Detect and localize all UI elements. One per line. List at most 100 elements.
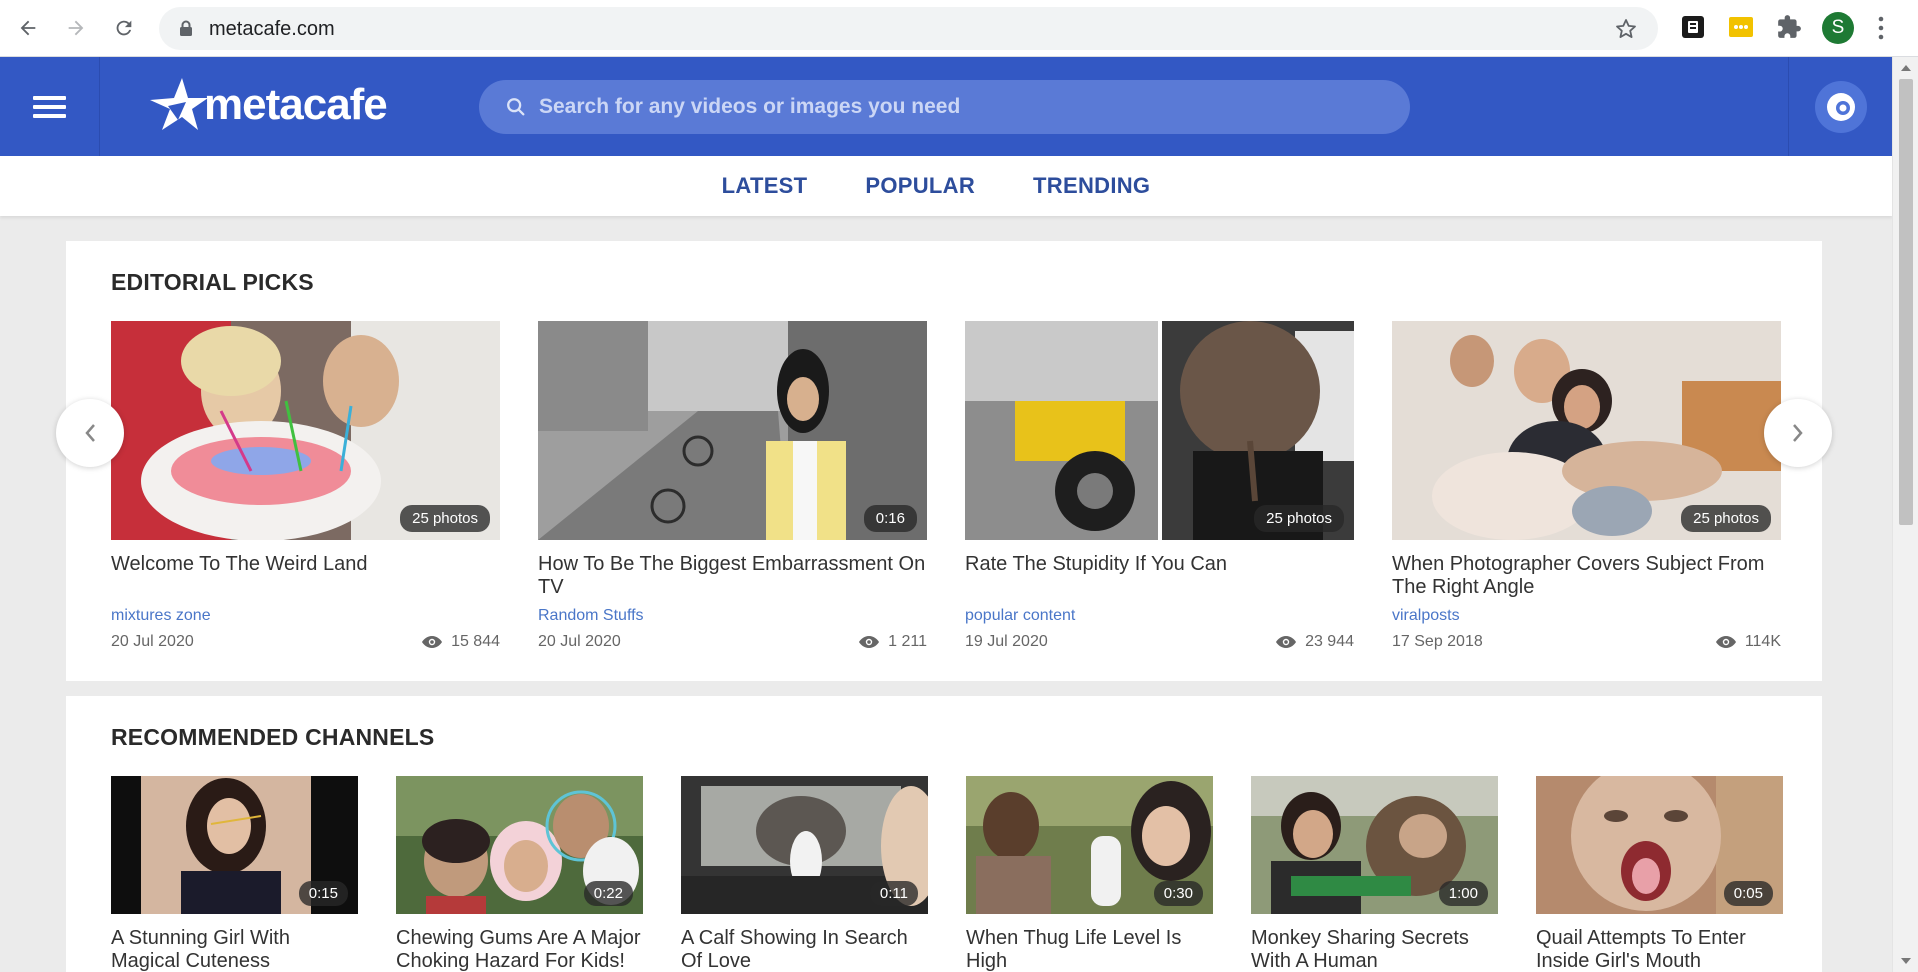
card-meta: 19 Jul 2020 23 944 <box>965 633 1354 651</box>
tab-popular[interactable]: POPULAR <box>865 173 975 199</box>
channel-card[interactable]: 0:11 A Calf Showing In Search Of Love <box>681 776 928 972</box>
card-title[interactable]: How To Be The Biggest Embarrassment On T… <box>538 553 927 599</box>
card-thumbnail[interactable]: 0:15 <box>111 776 358 914</box>
editorial-picks-section: EDITORIAL PICKS 25 photos Welcome To The… <box>56 241 1832 681</box>
back-button[interactable] <box>10 10 46 46</box>
carousel-next-button[interactable] <box>1764 399 1832 467</box>
url-text: metacafe.com <box>209 18 335 40</box>
duration-badge: 0:15 <box>298 881 348 906</box>
editorial-card[interactable]: 25 photos Welcome To The Weird Land mixt… <box>111 321 500 651</box>
card-thumbnail[interactable]: 25 photos <box>111 321 500 540</box>
channel-card[interactable]: 0:22 Chewing Gums Are A Major Choking Ha… <box>396 776 643 972</box>
card-thumbnail[interactable]: 0:22 <box>396 776 643 914</box>
card-title[interactable]: A Stunning Girl With Magical Cuteness <box>111 927 358 972</box>
user-menu-button[interactable] <box>1814 80 1867 133</box>
site-logo[interactable]: metacafe <box>148 73 388 137</box>
chevron-left-icon <box>85 424 95 442</box>
carousel-prev-button[interactable] <box>56 399 124 467</box>
search-bar[interactable] <box>479 80 1410 134</box>
user-icon <box>1826 92 1855 121</box>
forward-button[interactable] <box>58 10 94 46</box>
card-date: 20 Jul 2020 <box>538 633 621 650</box>
star-logo-icon <box>150 78 208 130</box>
view-count: 1 211 <box>888 633 927 650</box>
address-bar[interactable]: metacafe.com <box>159 7 1658 50</box>
duration-badge: 1:00 <box>1438 881 1488 906</box>
scroll-up-icon[interactable] <box>1901 65 1911 71</box>
card-title[interactable]: Welcome To The Weird Land <box>111 553 500 599</box>
card-thumbnail[interactable]: 25 photos <box>1392 321 1781 540</box>
section-title: EDITORIAL PICKS <box>111 269 314 295</box>
chevron-right-icon <box>1793 424 1803 442</box>
search-input[interactable] <box>539 80 1379 134</box>
duration-badge: 0:16 <box>863 505 917 532</box>
profile-initial: S <box>1831 17 1845 38</box>
card-meta: 20 Jul 2020 15 844 <box>111 633 500 651</box>
channel-card[interactable]: 0:15 A Stunning Girl With Magical Cutene… <box>111 776 358 972</box>
card-views: 114K <box>1715 633 1781 651</box>
card-thumbnail[interactable]: 1:00 <box>1251 776 1498 914</box>
section-title: RECOMMENDED CHANNELS <box>111 724 435 750</box>
editorial-card[interactable]: 25 photos Rate The Stupidity If You Can … <box>965 321 1354 651</box>
page-scrollbar[interactable] <box>1892 57 1918 972</box>
tab-trending[interactable]: TRENDING <box>1033 173 1150 199</box>
star-icon[interactable] <box>1614 17 1638 41</box>
recommended-channels-section: RECOMMENDED CHANNELS 0:15 A Stunning Gir… <box>66 696 1822 972</box>
card-channel-link[interactable]: mixtures zone <box>111 607 500 625</box>
card-views: 23 944 <box>1275 633 1354 651</box>
logo-text: metacafe <box>204 80 388 129</box>
card-thumbnail[interactable]: 0:05 <box>1536 776 1783 914</box>
browser-menu-button[interactable] <box>1876 14 1886 42</box>
scroll-down-icon[interactable] <box>1901 958 1911 964</box>
view-count: 15 844 <box>451 633 500 650</box>
eye-icon <box>1715 636 1736 648</box>
card-channel-link[interactable]: viralposts <box>1392 607 1781 625</box>
extension-notes-button[interactable] <box>1728 14 1754 40</box>
editorial-card[interactable]: 0:16 How To Be The Biggest Embarrassment… <box>538 321 927 651</box>
card-thumbnail[interactable]: 0:11 <box>681 776 928 914</box>
duration-badge: 0:05 <box>1723 881 1773 906</box>
browser-toolbar: metacafe.com S <box>0 0 1918 57</box>
reload-icon <box>116 20 132 36</box>
card-title[interactable]: When Photographer Covers Subject From Th… <box>1392 553 1781 599</box>
back-icon <box>20 20 36 36</box>
card-date: 20 Jul 2020 <box>111 633 194 650</box>
eye-icon <box>1276 636 1297 648</box>
profile-avatar[interactable]: S <box>1822 12 1854 44</box>
card-meta: 17 Sep 2018 114K <box>1392 633 1781 651</box>
card-views: 1 211 <box>858 633 927 651</box>
channel-card[interactable]: 1:00 Monkey Sharing Secrets With A Human <box>1251 776 1498 972</box>
channel-card[interactable]: 0:05 Quail Attempts To Enter Inside Girl… <box>1536 776 1783 972</box>
card-title[interactable]: Rate The Stupidity If You Can <box>965 553 1354 599</box>
card-title[interactable]: Chewing Gums Are A Major Choking Hazard … <box>396 927 643 972</box>
category-tabs: LATEST POPULAR TRENDING <box>0 156 1892 216</box>
extension-icon <box>1682 16 1704 38</box>
forward-icon <box>68 20 84 36</box>
duration-badge: 0:11 <box>869 881 918 906</box>
extension-icon <box>1729 17 1753 37</box>
tab-latest[interactable]: LATEST <box>722 173 808 199</box>
hamburger-icon <box>33 91 66 123</box>
card-views: 15 844 <box>421 633 500 651</box>
eye-icon <box>422 636 443 648</box>
card-title[interactable]: When Thug Life Level Is High <box>966 927 1213 972</box>
duration-badge: 0:30 <box>1153 881 1203 906</box>
site-header: metacafe <box>0 57 1892 156</box>
menu-dots-icon <box>1878 16 1884 40</box>
card-title[interactable]: A Calf Showing In Search Of Love <box>681 927 928 972</box>
card-date: 19 Jul 2020 <box>965 633 1048 650</box>
extensions-button[interactable] <box>1776 14 1802 40</box>
reload-button[interactable] <box>106 10 142 46</box>
editorial-card[interactable]: 25 photos When Photographer Covers Subje… <box>1392 321 1781 651</box>
card-thumbnail[interactable]: 0:16 <box>538 321 927 540</box>
card-thumbnail[interactable]: 0:30 <box>966 776 1213 914</box>
menu-button[interactable] <box>0 57 100 156</box>
card-title[interactable]: Monkey Sharing Secrets With A Human <box>1251 927 1498 972</box>
card-title[interactable]: Quail Attempts To Enter Inside Girl's Mo… <box>1536 927 1783 972</box>
extension-b-button[interactable] <box>1680 14 1706 40</box>
scrollbar-thumb[interactable] <box>1899 79 1913 525</box>
card-channel-link[interactable]: Random Stuffs <box>538 607 927 625</box>
card-channel-link[interactable]: popular content <box>965 607 1354 625</box>
channel-card[interactable]: 0:30 When Thug Life Level Is High <box>966 776 1213 972</box>
card-thumbnail[interactable]: 25 photos <box>965 321 1354 540</box>
